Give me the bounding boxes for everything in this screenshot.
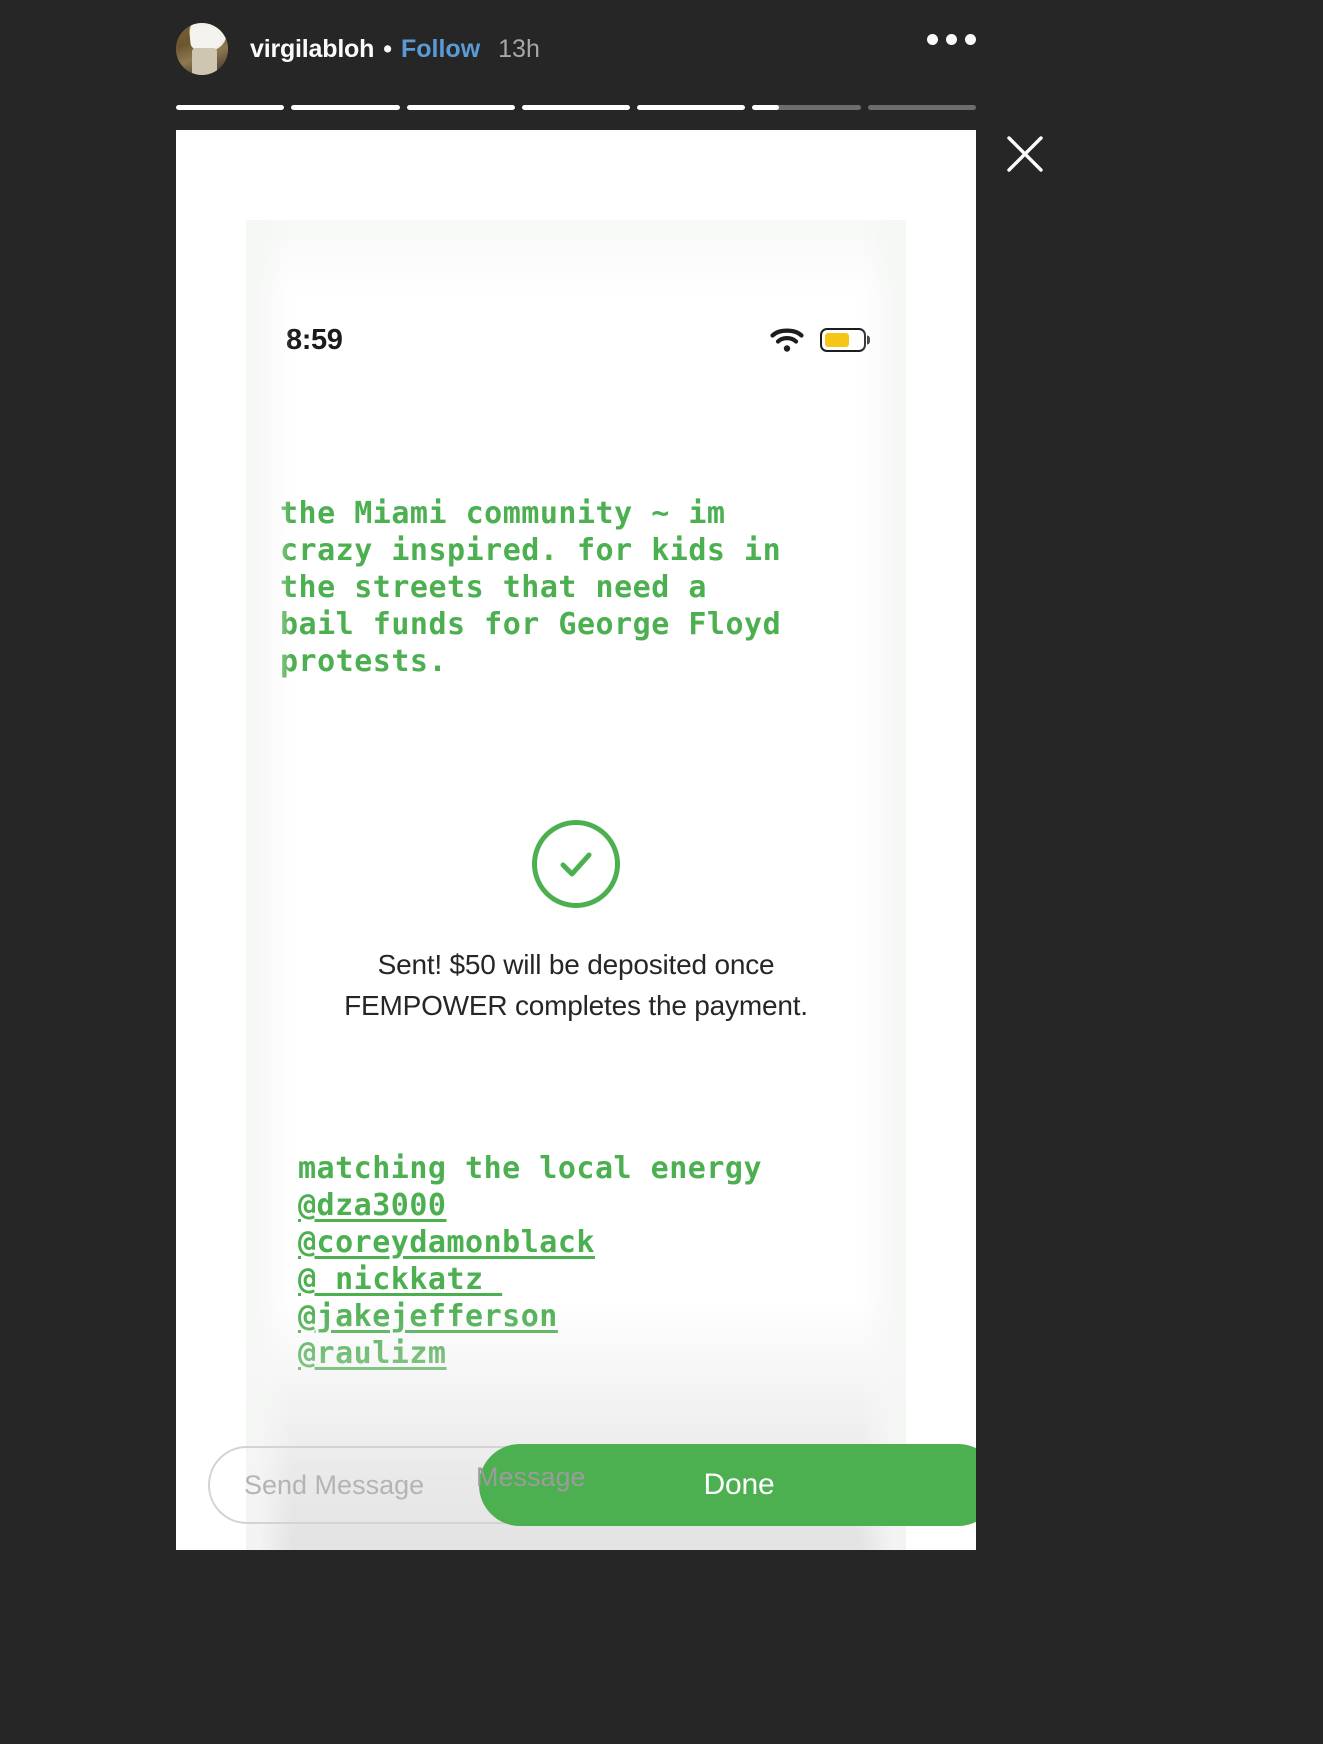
more-dot-2 — [946, 34, 957, 45]
mention-line[interactable]: @coreydamonblack — [298, 1224, 898, 1261]
status-bar-indicators — [770, 327, 866, 353]
story-header: virgilabloh • Follow 13h — [176, 18, 976, 80]
payment-message-line: FEMPOWER completes the payment. — [344, 990, 808, 1021]
avatar[interactable] — [176, 23, 228, 75]
caption-bottom-heading: matching the local energy — [298, 1151, 763, 1186]
check-icon — [560, 852, 592, 877]
story-username[interactable]: virgilabloh — [250, 35, 374, 64]
battery-icon — [820, 328, 866, 352]
payment-message: Sent! $50 will be deposited once FEMPOWE… — [344, 944, 808, 1026]
close-icon — [1007, 136, 1043, 172]
more-dot-1 — [927, 34, 938, 45]
story-canvas[interactable]: 8:59 the Miami community ~ im crazy insp… — [176, 130, 976, 1550]
mention-handle[interactable]: @_nickkatz_ — [298, 1262, 502, 1297]
story-progress-segment[interactable] — [637, 105, 746, 110]
caption-line: crazy inspired. for kids in — [280, 533, 782, 568]
more-dot-3 — [965, 34, 976, 45]
mention-handle[interactable]: @dza3000 — [298, 1188, 447, 1223]
more-options-button[interactable] — [927, 34, 976, 45]
close-button[interactable] — [999, 128, 1051, 180]
story-caption-bottom: matching the local energy @dza3000 @core… — [298, 1150, 898, 1372]
mention-handle[interactable]: @raulizm — [298, 1336, 447, 1371]
payment-message-line: Sent! $50 will be deposited once — [377, 949, 775, 980]
avatar-image-detail-bottom — [191, 47, 217, 75]
caption-line: bail funds for George Floyd — [280, 607, 782, 642]
story-progress-bars — [176, 105, 976, 110]
mention-line[interactable]: @raulizm — [298, 1335, 898, 1372]
story-caption-top: the Miami community ~ im crazy inspired.… — [280, 495, 880, 680]
embedded-phone-screenshot: 8:59 the Miami community ~ im crazy insp… — [246, 220, 906, 1550]
separator-dot: • — [383, 34, 392, 63]
caption-line: protests. — [280, 644, 448, 679]
mention-handle[interactable]: @coreydamonblack — [298, 1225, 595, 1260]
story-progress-segment-active[interactable] — [752, 105, 861, 110]
follow-button[interactable]: Follow — [401, 35, 480, 64]
story-progress-segment[interactable] — [176, 105, 285, 110]
status-bar-time: 8:59 — [286, 323, 343, 356]
story-timestamp: 13h — [498, 34, 540, 63]
mention-line[interactable]: @_nickkatz_ — [298, 1261, 898, 1298]
story-progress-segment[interactable] — [406, 105, 515, 110]
wifi-icon — [770, 328, 804, 352]
payment-success-badge — [532, 820, 620, 908]
phone-status-bar: 8:59 — [246, 320, 906, 360]
caption-line: the streets that need a — [280, 570, 707, 605]
payment-confirmation: Sent! $50 will be deposited once FEMPOWE… — [246, 820, 906, 1026]
done-button-label: Done — [703, 1468, 775, 1501]
reply-placeholder-text: Send Message — [244, 1469, 425, 1500]
mention-line[interactable]: @dza3000 — [298, 1187, 898, 1224]
reply-placeholder-overflow: Message — [476, 1462, 586, 1492]
story-header-text: virgilabloh • Follow 13h — [250, 35, 540, 64]
mention-handle[interactable]: @jakejefferson — [298, 1299, 558, 1334]
story-progress-segment[interactable] — [867, 105, 976, 110]
story-progress-segment[interactable] — [291, 105, 400, 110]
story-progress-segment[interactable] — [521, 105, 631, 110]
mention-line[interactable]: @jakejefferson — [298, 1298, 898, 1335]
caption-line: the Miami community ~ im — [280, 496, 726, 531]
